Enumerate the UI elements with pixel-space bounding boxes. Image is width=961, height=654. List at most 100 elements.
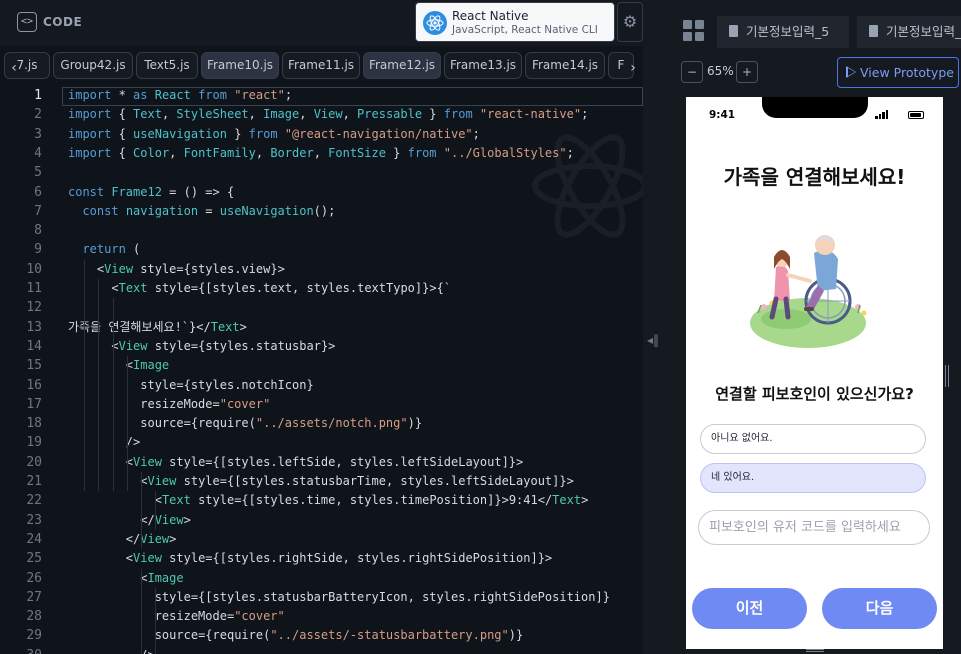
- line-number: 9: [34, 242, 42, 258]
- line-number: 15: [26, 358, 42, 374]
- code-text: </View>: [125, 531, 177, 546]
- file-tab-active[interactable]: Frame12.js: [363, 52, 441, 79]
- line-number: 7: [34, 203, 42, 219]
- code-line: 22 <Text style={[styles.time, styles.tim…: [0, 491, 643, 510]
- line-number: 3: [34, 126, 42, 142]
- tabs-scroll-left-icon[interactable]: ‹: [6, 58, 22, 78]
- code-panel-title: CODE: [43, 15, 83, 29]
- code-line: 18 source={require("../assets/notch.png"…: [0, 414, 643, 433]
- indent-guide: [84, 259, 85, 492]
- phone-preview: 9:41 가족을 연결해보세요! 연결할 피보호인이 있으신가요? 아니요 없어…: [686, 97, 943, 649]
- bottom-resize-handle[interactable]: [806, 649, 824, 652]
- tabs-scroll-right-icon[interactable]: ›: [625, 58, 641, 78]
- file-tab[interactable]: Text5.js: [136, 52, 198, 79]
- file-tab[interactable]: Frame14.js: [525, 52, 605, 79]
- option-no-button[interactable]: 아니요 없어요.: [700, 424, 926, 454]
- code-line: 16 style={styles.notchIcon}: [0, 376, 643, 395]
- code-line: 4 import { Color, FontFamily, Border, Fon…: [0, 144, 643, 163]
- code-line: 17 resizeMode="cover": [0, 395, 643, 414]
- framework-name: React Native: [452, 9, 529, 23]
- indent-guide: [127, 356, 128, 492]
- framework-selector[interactable]: React Native JavaScript, React Native CL…: [415, 2, 615, 42]
- code-line: 28 resizeMode="cover": [0, 607, 643, 626]
- panel-splitter[interactable]: ◂‖: [643, 0, 670, 654]
- line-number: 23: [26, 512, 42, 528]
- preview-scroll-handle[interactable]: [945, 365, 949, 387]
- file-tab[interactable]: Group42.js: [53, 52, 133, 79]
- code-line: 9 return (: [0, 240, 643, 259]
- page-tab[interactable]: 기본정보입력_3: [857, 16, 961, 48]
- code-line: 15 <Image: [0, 356, 643, 375]
- code-line: 19 />: [0, 433, 643, 452]
- line-number: 19: [26, 435, 42, 451]
- code-line: 11 <Text style={[styles.text, styles.tex…: [0, 279, 643, 298]
- code-line: 12: [0, 298, 643, 317]
- code-line: 25 <View style={[styles.rightSide, style…: [0, 549, 643, 568]
- signal-icon: [875, 110, 889, 119]
- page-tab-bar: 기본정보입력_5 기본정보입력_3: [670, 12, 961, 48]
- line-number: 5: [34, 165, 42, 181]
- code-text: <Text style={[styles.time, styles.timePo…: [154, 493, 589, 508]
- code-line: 5: [0, 163, 643, 182]
- indent-guide: [141, 472, 142, 550]
- code-text: <Image: [140, 570, 184, 585]
- next-button[interactable]: 다음: [822, 588, 937, 629]
- code-text: import * as React from "react";: [68, 88, 293, 102]
- code-text: />: [68, 435, 141, 450]
- code-text: import { Text, StyleSheet, Image, View, …: [68, 107, 589, 122]
- zoom-in-icon[interactable]: +: [736, 61, 758, 83]
- code-text: const Frame12 = () => {: [68, 184, 235, 199]
- code-text: style={[styles.statusbarBatteryIcon, sty…: [154, 589, 610, 604]
- code-line: 21 <View style={[styles.statusbarTime, s…: [0, 472, 643, 491]
- line-number: 1: [34, 88, 42, 103]
- play-icon: [846, 66, 856, 78]
- grid-view-icon[interactable]: [682, 19, 706, 43]
- file-tab[interactable]: Frame10.js: [201, 52, 279, 79]
- page-tab-label: 기본정보입력_3: [886, 24, 961, 39]
- code-text: source={require("../assets/-statusbarbat…: [154, 628, 524, 643]
- code-panel: <> CODE React Native JavaScript, React N…: [0, 0, 643, 654]
- code-text: 가족을 연결해보세요!`}</Text>: [68, 319, 247, 334]
- battery-icon: [908, 111, 924, 119]
- line-number: 22: [26, 493, 42, 509]
- screen-title: 가족을 연결해보세요!: [723, 165, 906, 189]
- line-number: 12: [26, 300, 42, 316]
- code-text: const navigation = useNavigation();: [82, 203, 336, 218]
- code-line: 26 <Image: [0, 569, 643, 588]
- line-number: 2: [34, 107, 42, 123]
- line-number: 28: [26, 609, 42, 625]
- file-tab[interactable]: Frame13.js: [444, 52, 522, 79]
- code-line: 29 source={require("../assets/-statusbar…: [0, 626, 643, 645]
- code-text: import { useNavigation } from "@react-na…: [68, 126, 480, 141]
- user-code-input[interactable]: 피보호인의 유저 코드를 입력하세요: [698, 510, 930, 545]
- code-text: <View style={[styles.rightSide, styles.r…: [125, 551, 553, 566]
- page-tab[interactable]: 기본정보입력_5: [717, 16, 849, 48]
- splitter-handle-icon[interactable]: ◂‖: [647, 333, 659, 347]
- code-icon: <>: [17, 12, 37, 32]
- settings-gear-icon[interactable]: ⚙: [617, 2, 643, 42]
- file-tab[interactable]: Frame11.js: [282, 52, 360, 79]
- option-yes-button[interactable]: 네 있어요.: [700, 463, 926, 493]
- line-number: 26: [26, 570, 42, 586]
- indent-guide: [155, 587, 156, 654]
- view-prototype-button[interactable]: View Prototype: [837, 57, 959, 88]
- notch: [762, 97, 868, 118]
- code-text: <View style={[styles.leftSide, styles.le…: [125, 454, 524, 469]
- code-line: 20 <View style={[styles.leftSide, styles…: [0, 453, 643, 472]
- zoom-out-icon[interactable]: −: [681, 61, 703, 83]
- file-tab-bar: 7.js Group42.js Text5.js Frame10.js Fram…: [0, 48, 643, 84]
- prev-button[interactable]: 이전: [692, 588, 807, 629]
- code-line: 30 />: [0, 646, 643, 654]
- code-editor[interactable]: 1 import * as React from "react"; 2 import …: [0, 86, 643, 654]
- line-number: 8: [34, 223, 42, 239]
- code-header: <> CODE React Native JavaScript, React N…: [0, 0, 643, 46]
- code-line: 7 const navigation = useNavigation();: [0, 202, 643, 221]
- status-time: 9:41: [709, 109, 736, 121]
- line-number: 16: [26, 377, 42, 393]
- code-text: return (: [82, 242, 141, 257]
- view-prototype-label: View Prototype: [860, 65, 954, 80]
- line-number: 29: [26, 628, 42, 644]
- code-text: <View style={styles.view}>: [96, 261, 285, 276]
- line-number: 25: [26, 551, 42, 567]
- code-line: 1 import * as React from "react";: [0, 86, 643, 105]
